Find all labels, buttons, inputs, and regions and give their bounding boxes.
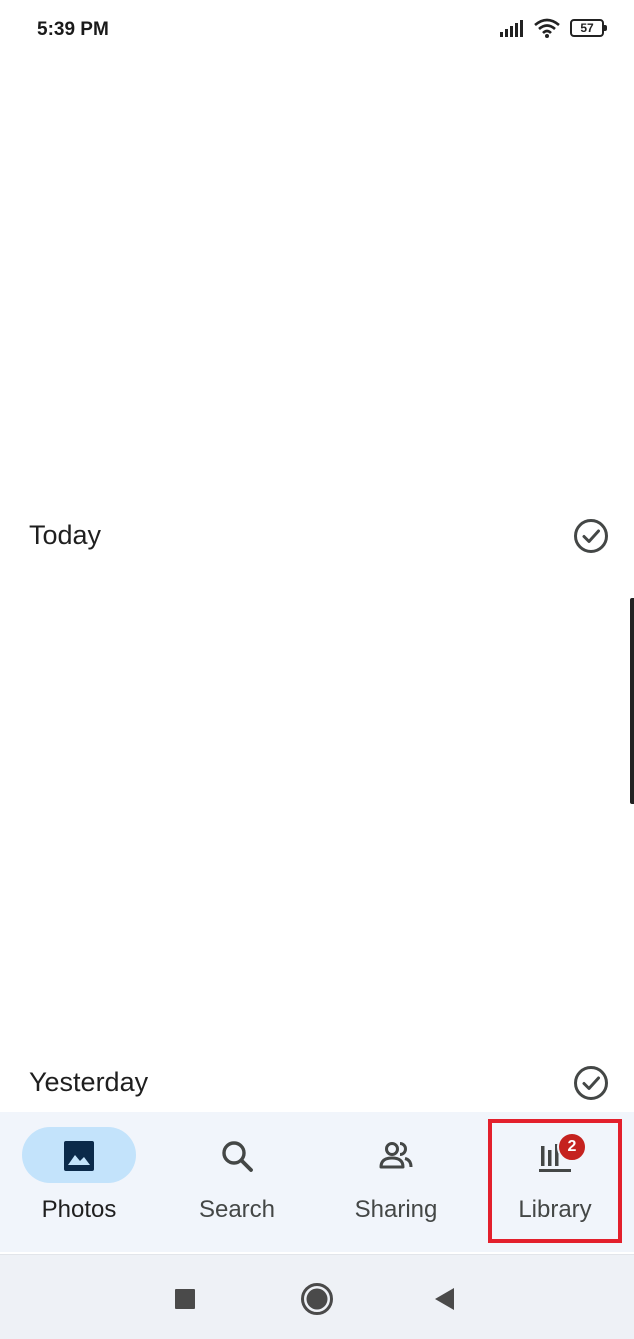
section-title-yesterday: Yesterday <box>29 1067 149 1097</box>
status-time: 5:39 PM <box>37 19 109 40</box>
photo-icon <box>64 1141 94 1171</box>
section-title-today: Today <box>29 520 102 550</box>
home-button[interactable] <box>297 1279 337 1319</box>
system-navigation-bar <box>0 1254 634 1339</box>
scrollbar[interactable] <box>630 598 634 804</box>
nav-item-photos[interactable]: Photos <box>0 1112 158 1252</box>
nav-item-search[interactable]: Search <box>158 1112 316 1252</box>
nav-label-photos: Photos <box>41 1196 117 1223</box>
recents-button[interactable] <box>165 1279 205 1319</box>
battery-icon: 57 <box>570 19 607 37</box>
highlight-box <box>488 1119 622 1243</box>
signal-icon <box>500 20 523 37</box>
wifi-icon <box>534 18 560 38</box>
nav-label-sharing: Sharing <box>354 1196 438 1223</box>
search-icon <box>222 1141 253 1172</box>
section-header-today: Today <box>0 518 634 578</box>
back-button[interactable] <box>425 1279 465 1319</box>
check-circle-icon[interactable] <box>573 518 609 554</box>
people-icon <box>379 1142 413 1169</box>
status-bar: 5:39 PM 57 <box>0 0 634 62</box>
battery-level: 57 <box>580 21 594 35</box>
nav-label-search: Search <box>198 1196 276 1223</box>
status-icons: 57 <box>500 18 607 38</box>
check-circle-icon[interactable] <box>573 1065 609 1101</box>
nav-item-sharing[interactable]: Sharing <box>317 1112 475 1252</box>
